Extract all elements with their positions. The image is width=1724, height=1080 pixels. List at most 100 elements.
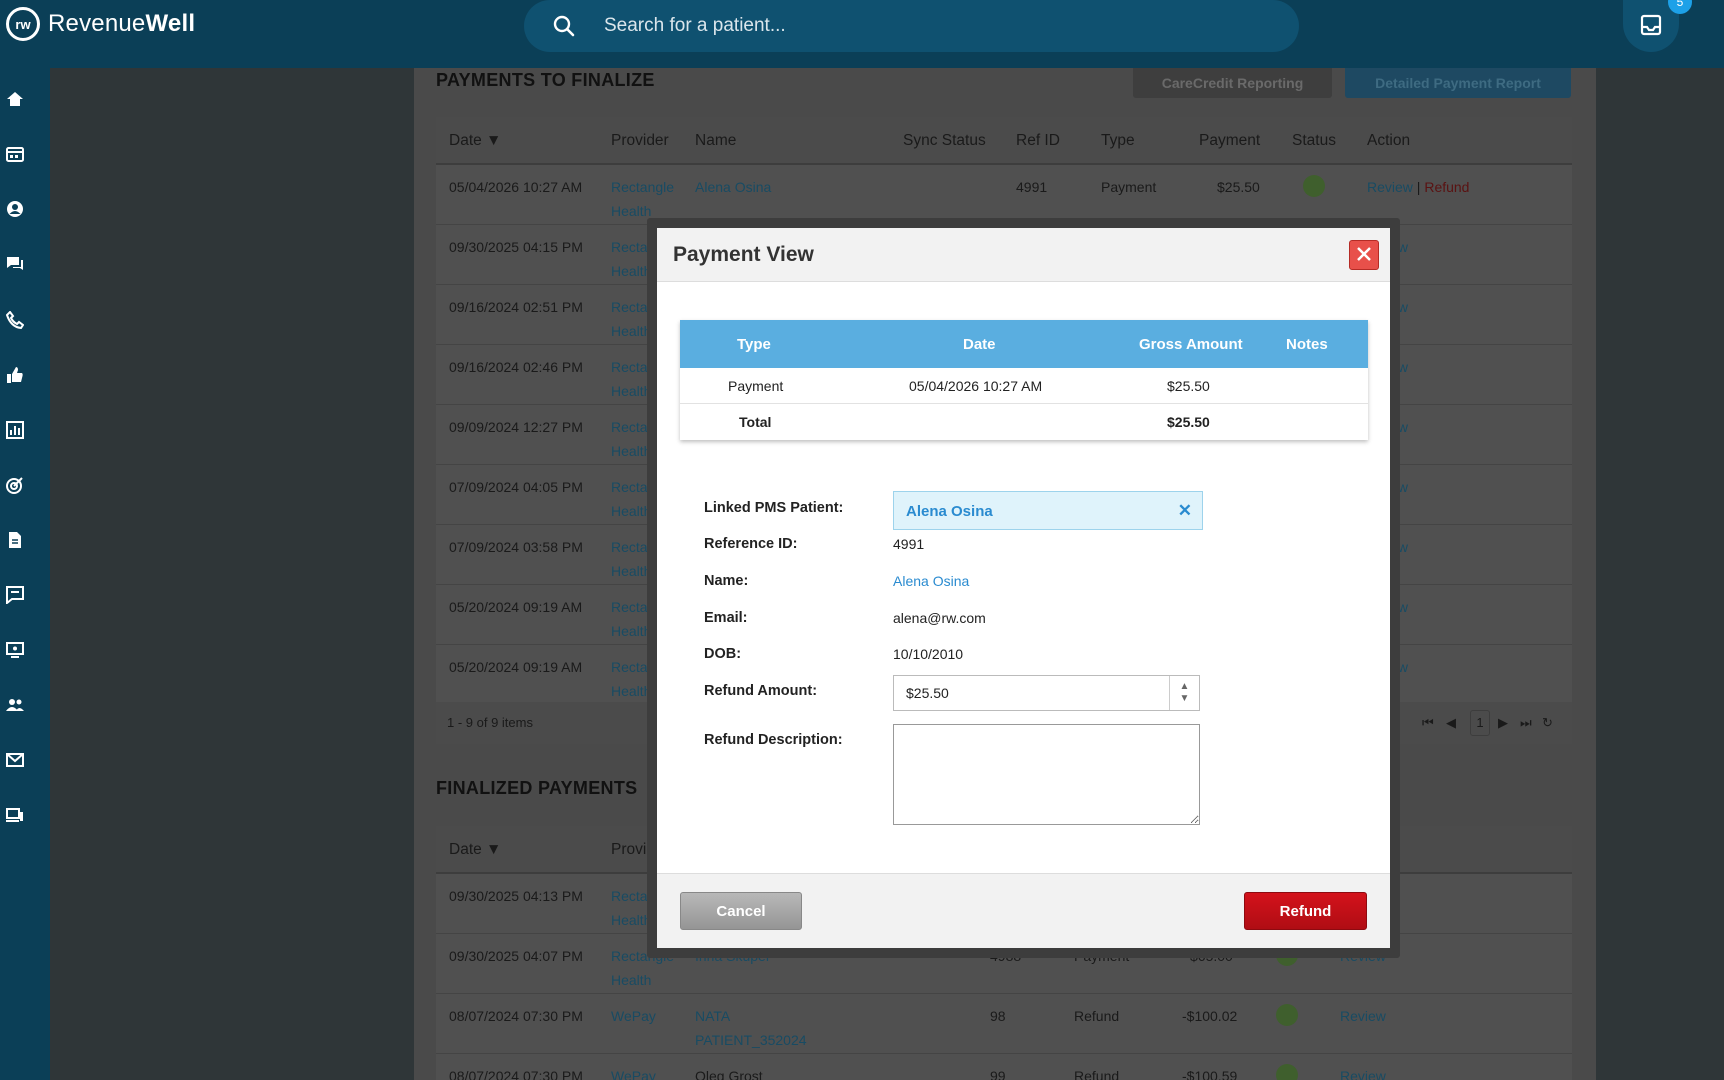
phone-icon [5,309,25,332]
row-provider[interactable]: WePay [611,1004,656,1028]
row-provider[interactable]: Recta Health [611,355,651,403]
col-date[interactable]: Date ▼ [449,132,501,150]
col-name[interactable]: Name [695,132,736,150]
page-number[interactable]: 1 [1470,710,1490,736]
sidebar-item-messages[interactable] [0,581,30,611]
sidebar-item-mail[interactable] [0,746,30,776]
provider-line2: Health [611,263,652,279]
refund-amount-stepper[interactable]: ▲ ▼ [1169,676,1199,710]
payment-date: 05/04/2026 10:27 AM [909,378,1043,394]
payment-gross: $25.50 [1167,378,1210,394]
linked-pms-patient-field[interactable]: Alena Osina ✕ [893,491,1203,530]
refund-link[interactable]: Refund [1424,179,1469,195]
sidebar-item-patients[interactable] [0,195,30,225]
col-provider[interactable]: Provi [611,841,646,859]
row-provider[interactable]: Recta Health [611,295,651,343]
refund-description-label: Refund Description: [704,732,843,748]
total-gross: $25.50 [1167,414,1210,430]
review-link[interactable]: Review [1340,1064,1386,1080]
status-check-icon [1276,1004,1298,1026]
refund-description-input[interactable] [893,724,1200,825]
row-provider[interactable]: Recta Health [611,884,651,932]
detailed-payment-report-button[interactable]: Detailed Payment Report [1345,68,1571,98]
col-date[interactable]: Date ▼ [449,841,501,859]
modal-title: Payment View [673,243,814,266]
patient-search [524,0,1299,52]
provider-line1: Recta [611,659,648,675]
row-actions: Review | Refund [1367,175,1469,199]
row-provider[interactable]: Recta Health [611,475,651,523]
refund-amount-input[interactable] [894,676,1170,710]
search-input[interactable] [604,15,1204,37]
logo-text-light: Revenue [48,10,146,37]
sidebar-item-calendar[interactable] [0,140,30,170]
col-type: Type [737,336,771,353]
close-button[interactable] [1349,240,1379,270]
row-name-link[interactable]: NATA PATIENT_352024 [695,1004,807,1052]
refund-button[interactable]: Refund [1244,892,1367,930]
col-provider[interactable]: Provider [611,132,669,150]
pager-summary: 1 - 9 of 9 items [447,715,533,730]
carecredit-reporting-button[interactable]: CareCredit Reporting [1133,68,1332,98]
sidebar-item-users[interactable] [0,691,30,721]
row-provider[interactable]: Recta Health [611,595,651,643]
name-label: Name: [704,573,749,589]
payment-row: Payment 05/04/2026 10:27 AM $25.50 [680,368,1368,404]
sidebar-item-chat[interactable] [0,250,30,280]
row-provider[interactable]: Recta Health [611,235,651,283]
logo-text: RevenueWell [48,10,195,38]
row-provider[interactable]: Recta Health [611,415,651,463]
row-provider[interactable]: Recta Health [611,535,651,583]
sidebar-item-analytics[interactable] [0,416,30,446]
row-payment: $25.50 [1217,179,1260,195]
prev-page-icon[interactable]: ◀ [1446,715,1456,731]
stepper-up-icon[interactable]: ▲ [1180,681,1190,693]
sidebar-item-home[interactable] [0,85,30,115]
col-status[interactable]: Status [1292,132,1336,150]
row-date: 07/09/2024 04:05 PM [449,479,583,495]
finalized-payments-title: FINALIZED PAYMENTS [436,778,638,798]
stepper-down-icon[interactable]: ▼ [1180,693,1190,705]
refresh-icon[interactable]: ↻ [1542,715,1553,731]
review-link[interactable]: Review [1340,1004,1386,1028]
row-provider[interactable]: WePay [611,1064,656,1080]
screen-icon [6,641,24,662]
sidebar-item-campaigns[interactable] [0,471,30,501]
row-name-link[interactable]: Alena Osina [695,175,771,199]
table-row: 08/07/2024 07:30 PM WePay NATA PATIENT_35… [436,994,1572,1054]
revenuewell-logo[interactable]: rw RevenueWell [6,6,195,42]
row-type: Refund [1074,1068,1120,1080]
col-type[interactable]: Type [1101,132,1135,150]
provider-line2: Health [611,503,652,519]
row-provider[interactable]: Rectangle Health [611,175,674,223]
email-label: Email: [704,610,748,626]
sidebar-item-reviews[interactable] [0,361,30,391]
sidebar-item-screen[interactable] [0,636,30,666]
provider-line2: Health [611,972,652,988]
review-link[interactable]: Review [1367,179,1413,195]
message-icon [6,585,24,607]
sidebar-item-devices[interactable] [0,801,30,831]
last-page-icon[interactable]: ⏭ [1520,715,1532,731]
total-label: Total [739,414,772,430]
target-icon [6,476,24,497]
clear-linked-patient-icon[interactable]: ✕ [1178,501,1192,521]
sidebar-item-calls[interactable] [0,306,30,336]
col-payment[interactable]: Payment [1199,132,1260,150]
name-link[interactable]: Alena Osina [893,573,969,589]
cancel-button[interactable]: Cancel [680,892,802,930]
row-date: 09/30/2025 04:07 PM [449,948,583,964]
col-ref-id[interactable]: Ref ID [1016,132,1060,150]
email-value: alena@rw.com [893,610,986,626]
search-icon[interactable] [552,14,588,38]
row-provider[interactable]: Recta Health [611,655,651,703]
sidebar-item-forms[interactable] [0,526,30,556]
mail-icon [6,751,24,772]
first-page-icon[interactable]: ⏮ [1422,715,1434,731]
modal-header: Payment View [657,228,1390,282]
provider-line2: Health [611,563,652,579]
next-page-icon[interactable]: ▶ [1498,715,1508,731]
row-date: 05/20/2024 09:19 AM [449,659,583,675]
provider-line1: Recta [611,239,648,255]
col-sync-status[interactable]: Sync Status [903,132,986,150]
